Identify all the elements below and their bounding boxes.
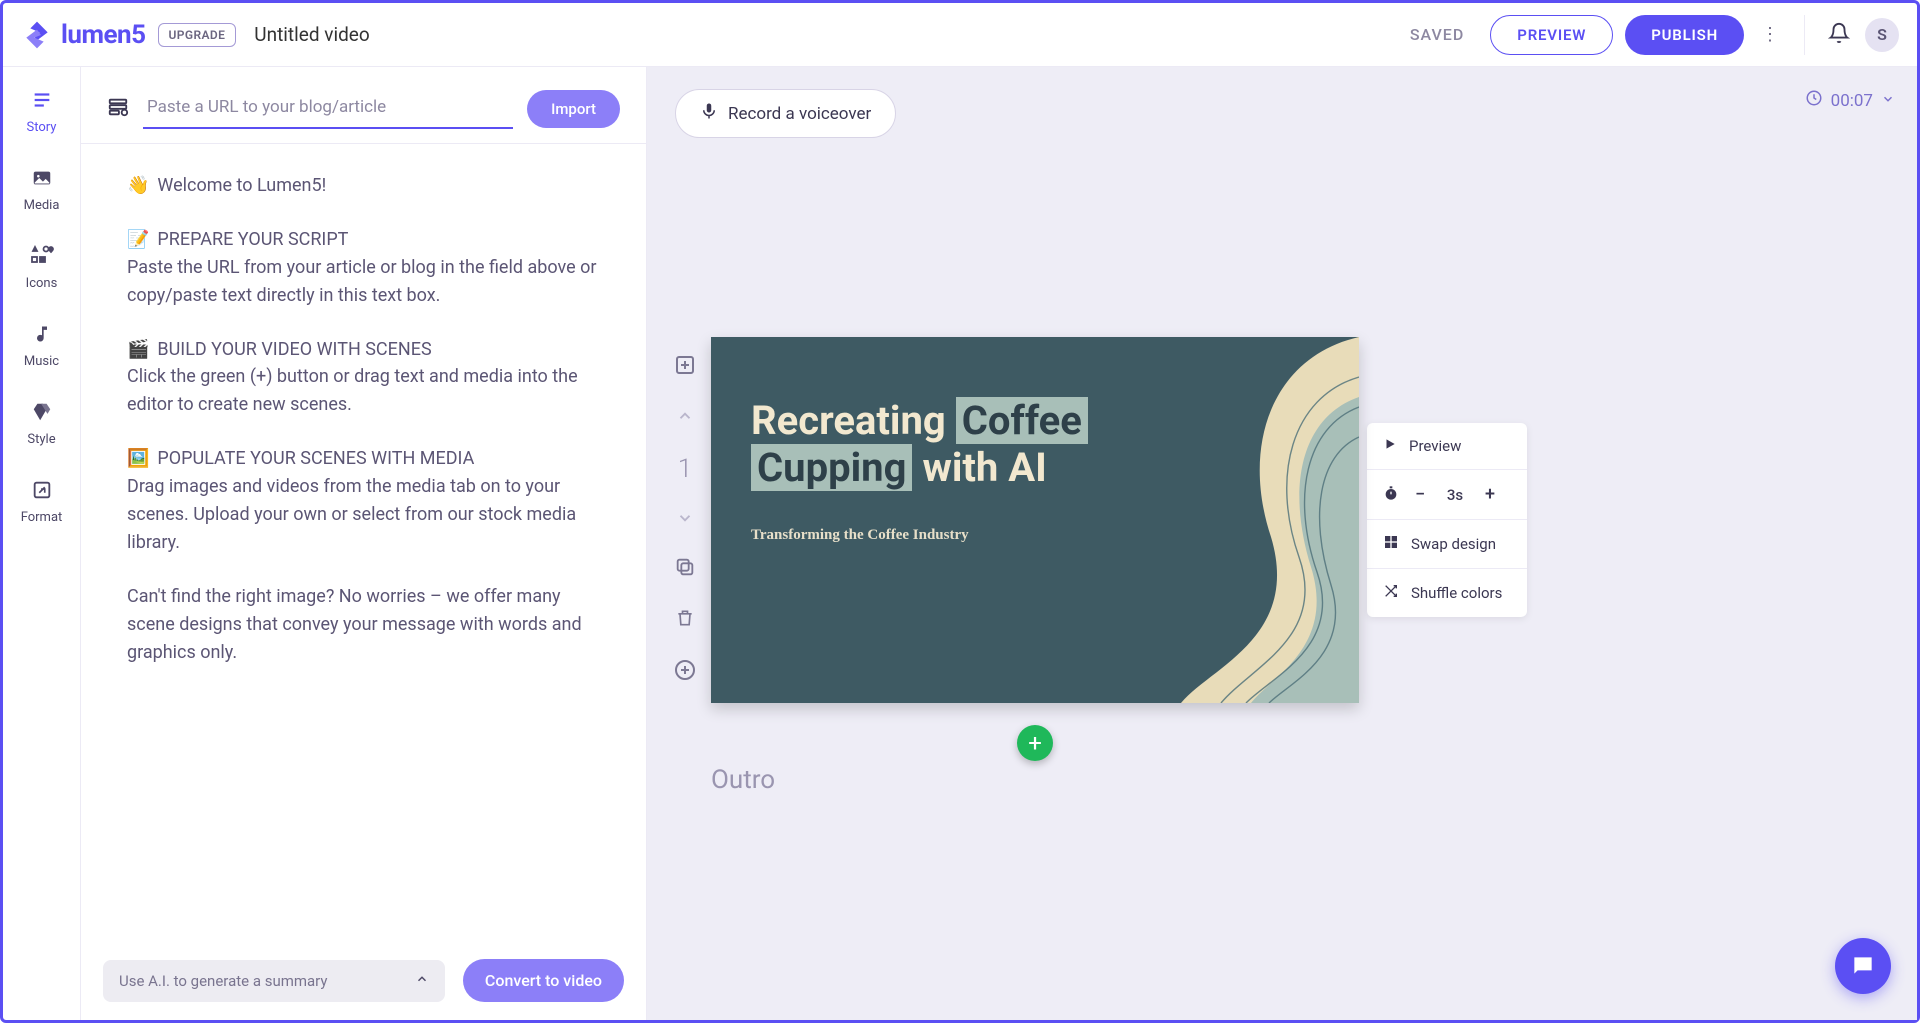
scene-background-graphic — [711, 337, 1359, 703]
logo-text: lumen5 — [61, 20, 146, 50]
save-status: SAVED — [1410, 25, 1464, 44]
welcome-heading: 👋 Welcome to Lumen5! — [127, 172, 600, 200]
scene-actions-panel: Preview − 3s + Swap design Shuffle color… — [1367, 423, 1527, 617]
clapper-icon: 🎬 — [127, 336, 149, 364]
format-icon — [31, 479, 53, 506]
add-scene-below-button[interactable] — [673, 658, 697, 687]
scene-preview-button[interactable]: Preview — [1367, 423, 1527, 469]
scene-toolbar: 1 — [665, 353, 705, 687]
sidebar-item-label: Music — [24, 354, 59, 369]
wave-icon: 👋 — [127, 172, 149, 200]
bell-icon — [1828, 22, 1850, 44]
outro-label: Outro — [711, 765, 775, 795]
mic-icon — [700, 102, 718, 125]
logo-icon — [21, 19, 53, 51]
publish-button[interactable]: PUBLISH — [1625, 15, 1744, 55]
chevron-down-icon — [1881, 91, 1895, 111]
swap-design-button[interactable]: Swap design — [1367, 519, 1527, 568]
story-bottom-row: Use A.I. to generate a summary Convert t… — [81, 945, 646, 1020]
preview-button[interactable]: PREVIEW — [1490, 15, 1613, 55]
record-voiceover-button[interactable]: Record a voiceover — [675, 89, 896, 138]
url-input[interactable] — [143, 89, 513, 129]
ai-summary-label: Use A.I. to generate a summary — [119, 972, 328, 990]
scene-action-label: Swap design — [1411, 535, 1496, 553]
sidebar-item-style[interactable]: Style — [3, 395, 80, 453]
story-icon — [30, 89, 54, 116]
script-paragraph: Can't find the right image? No worries –… — [127, 583, 600, 667]
scene-action-label: Preview — [1409, 437, 1461, 455]
chat-icon — [1850, 953, 1876, 979]
memo-icon: 📝 — [127, 226, 149, 254]
duplicate-scene-button[interactable] — [674, 556, 696, 583]
sidebar-item-label: Story — [27, 120, 57, 135]
script-heading: 🎬BUILD YOUR VIDEO WITH SCENES — [127, 336, 600, 364]
sidebar-item-label: Icons — [26, 276, 58, 291]
record-voiceover-label: Record a voiceover — [728, 104, 871, 124]
ai-summary-select[interactable]: Use A.I. to generate a summary — [103, 960, 445, 1002]
chat-fab[interactable] — [1835, 938, 1891, 994]
sidebar-item-format[interactable]: Format — [3, 473, 80, 531]
url-import-row: Import — [81, 67, 646, 144]
delete-scene-button[interactable] — [675, 607, 695, 634]
duration-increase-button[interactable]: + — [1481, 484, 1499, 505]
add-scene-button[interactable]: + — [1017, 725, 1053, 761]
sidebar-item-label: Format — [21, 510, 63, 525]
scene-subtitle[interactable]: Transforming the Coffee Industry — [751, 527, 969, 544]
stopwatch-icon — [1383, 485, 1399, 505]
url-link-icon — [107, 96, 129, 122]
add-scene-above-button[interactable] — [673, 353, 697, 382]
notifications-button[interactable] — [1825, 22, 1853, 48]
scene-duration-control: − 3s + — [1367, 469, 1527, 519]
sidebar-item-label: Media — [24, 198, 60, 213]
style-icon — [31, 401, 53, 428]
music-icon — [32, 323, 52, 350]
divider — [1804, 15, 1805, 55]
frame-icon: 🖼️ — [127, 445, 149, 473]
script-textarea[interactable]: 👋 Welcome to Lumen5! 📝PREPARE YOUR SCRIP… — [81, 144, 646, 945]
move-scene-down-button[interactable] — [676, 508, 694, 532]
scene-action-label: Shuffle colors — [1411, 584, 1502, 602]
duration-decrease-button[interactable]: − — [1411, 484, 1429, 505]
shuffle-colors-button[interactable]: Shuffle colors — [1367, 568, 1527, 617]
logo[interactable]: lumen5 — [21, 19, 146, 51]
play-icon — [1383, 437, 1397, 455]
sidebar-item-story[interactable]: Story — [3, 83, 80, 141]
avatar[interactable]: S — [1865, 18, 1899, 52]
move-scene-up-button[interactable] — [676, 406, 694, 430]
chevron-up-icon — [415, 972, 429, 990]
clock-icon — [1805, 89, 1823, 112]
scene-title[interactable]: Recreating Coffee Cupping with AI — [751, 397, 1131, 491]
canvas: Record a voiceover 00:07 1 — [647, 67, 1917, 1020]
shuffle-icon — [1383, 583, 1399, 603]
script-paragraph: Paste the URL from your article or blog … — [127, 254, 600, 310]
convert-button[interactable]: Convert to video — [463, 959, 624, 1002]
topbar: lumen5 UPGRADE Untitled video SAVED PREV… — [3, 3, 1917, 67]
sidebar-item-label: Style — [27, 432, 55, 447]
scene-duration-value: 3s — [1441, 486, 1469, 504]
grid-icon — [1383, 534, 1399, 554]
script-paragraph: Click the green (+) button or drag text … — [127, 363, 600, 419]
script-heading: 🖼️POPULATE YOUR SCENES WITH MEDIA — [127, 445, 600, 473]
story-panel: Import 👋 Welcome to Lumen5! 📝PREPARE YOU… — [81, 67, 647, 1020]
sidebar-item-icons[interactable]: Icons — [3, 239, 80, 297]
import-button[interactable]: Import — [527, 90, 620, 128]
icons-icon — [29, 245, 55, 272]
more-menu-button[interactable]: ⋮ — [1756, 24, 1784, 45]
scene-preview[interactable]: Recreating Coffee Cupping with AI Transf… — [711, 337, 1359, 703]
sidebar: Story Media Icons Music — [3, 67, 81, 1020]
sidebar-item-media[interactable]: Media — [3, 161, 80, 219]
script-paragraph: Drag images and videos from the media ta… — [127, 473, 600, 557]
duration-value: 00:07 — [1831, 91, 1873, 111]
video-duration[interactable]: 00:07 — [1805, 89, 1895, 112]
video-title[interactable]: Untitled video — [254, 23, 369, 46]
script-heading: 📝PREPARE YOUR SCRIPT — [127, 226, 600, 254]
scene-number: 1 — [678, 454, 692, 484]
sidebar-item-music[interactable]: Music — [3, 317, 80, 375]
media-icon — [30, 167, 54, 194]
upgrade-badge[interactable]: UPGRADE — [158, 23, 237, 47]
